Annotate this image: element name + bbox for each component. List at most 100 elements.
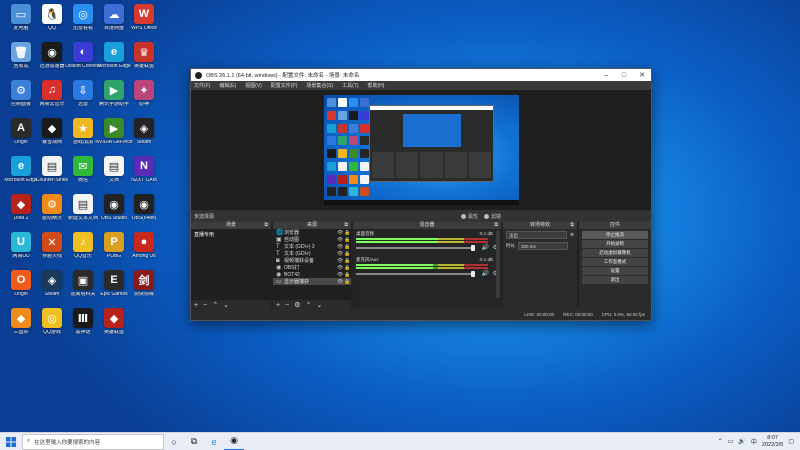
preview-canvas[interactable] bbox=[324, 95, 519, 205]
desktop-icon[interactable]: ● Among Us bbox=[125, 232, 163, 270]
taskbar-edge-icon[interactable]: e bbox=[204, 433, 224, 450]
add-scene-button[interactable]: + bbox=[194, 302, 198, 309]
desktop-icon[interactable]: ◆ 英雄联盟 bbox=[95, 308, 133, 346]
dock-settings-icon[interactable]: ⧉ bbox=[344, 222, 348, 229]
visibility-eye-icon[interactable]: 👁 bbox=[337, 230, 344, 236]
control-button[interactable]: 开始录制 bbox=[582, 240, 648, 248]
desktop-app-icon: ◆ bbox=[104, 308, 124, 328]
desktop-icon[interactable]: ◈ Steam bbox=[125, 118, 163, 156]
speaker-icon[interactable]: 🔊 bbox=[482, 244, 489, 251]
menu-scene-collection[interactable]: 场景集合(S) bbox=[306, 82, 333, 89]
visibility-eye-icon[interactable]: 👁 bbox=[337, 265, 344, 271]
menu-help[interactable]: 帮助(H) bbox=[367, 82, 384, 89]
scene-item[interactable]: 直播专用 bbox=[191, 229, 271, 240]
control-button[interactable]: 退出 bbox=[582, 276, 648, 284]
properties-button[interactable]: 属性 bbox=[461, 213, 478, 220]
control-button[interactable]: 工作室模式 bbox=[582, 258, 648, 266]
source-item[interactable]: ◉ OBS打 👁 🔒 bbox=[273, 264, 351, 272]
visibility-eye-icon[interactable]: 👁 bbox=[337, 237, 344, 243]
preview-nested-window bbox=[369, 105, 494, 182]
control-button[interactable]: 停止推流 bbox=[582, 231, 648, 239]
lock-icon[interactable]: 🔒 bbox=[344, 251, 351, 257]
move-down-button[interactable]: ⌄ bbox=[223, 301, 229, 309]
filters-button[interactable]: 滤镜 bbox=[484, 213, 501, 220]
preview-area[interactable] bbox=[191, 90, 651, 210]
transition-settings-gear-icon[interactable]: ⚙ bbox=[570, 232, 574, 238]
menu-file[interactable]: 文件(F) bbox=[194, 82, 210, 89]
obs-titlebar[interactable]: OBS 26.1.1 (64-bit, windows) - 配置文件: 未命名… bbox=[191, 69, 651, 81]
control-button[interactable]: 设置 bbox=[582, 267, 648, 275]
transition-select[interactable]: 淡出 bbox=[506, 231, 567, 239]
lock-icon[interactable]: 🔒 bbox=[344, 279, 351, 285]
preview-mini-icon bbox=[327, 161, 336, 171]
duration-input[interactable]: 300 ms bbox=[518, 242, 568, 250]
tray-expand-icon[interactable]: ⌃ bbox=[718, 438, 723, 445]
source-item[interactable]: ▣ 自动图 👁 🔒 bbox=[273, 236, 351, 244]
remove-scene-button[interactable]: − bbox=[203, 302, 207, 309]
source-properties-gear-icon[interactable]: ⚙ bbox=[294, 301, 300, 309]
task-view-icon[interactable]: ⧉ bbox=[184, 433, 204, 450]
notification-icon[interactable]: ▢ bbox=[788, 438, 794, 445]
desktop-icon[interactable]: 剑剑侠情缘 bbox=[125, 270, 163, 308]
lock-icon[interactable]: 🔒 bbox=[344, 230, 351, 236]
remove-source-button[interactable]: − bbox=[285, 302, 289, 309]
desktop-icon[interactable]: ◉ OBS(64bit) bbox=[125, 194, 163, 232]
visibility-eye-icon[interactable]: 👁 bbox=[337, 244, 344, 250]
speaker-icon[interactable]: 🔊 bbox=[482, 270, 489, 277]
mixer-scrollbar[interactable] bbox=[496, 231, 500, 298]
visibility-eye-icon[interactable]: 👁 bbox=[337, 279, 344, 285]
desktop-icon[interactable]: N NZXT CAM bbox=[125, 156, 163, 194]
lock-icon[interactable]: 🔒 bbox=[344, 265, 351, 271]
control-button[interactable]: 启动虚拟摄像机 bbox=[582, 249, 648, 257]
lock-icon[interactable]: 🔒 bbox=[344, 244, 351, 250]
volume-slider[interactable] bbox=[356, 271, 475, 277]
move-up-button[interactable]: ⌃ bbox=[212, 301, 218, 309]
mixer-channel: 桌面音频-0.1 dB🔊⚙ bbox=[353, 229, 501, 255]
maximize-button[interactable]: □ bbox=[615, 72, 633, 79]
source-item[interactable]: 🌐 浏览器 👁 🔒 bbox=[273, 229, 351, 237]
desktop-app-icon: ⚙ bbox=[11, 80, 31, 100]
menu-profile[interactable]: 配置文件(P) bbox=[271, 82, 298, 89]
menu-edit[interactable]: 编辑(E) bbox=[219, 82, 236, 89]
dock-settings-icon[interactable]: ⧉ bbox=[494, 222, 498, 229]
desktop-icon[interactable]: W WPS Office bbox=[125, 4, 163, 42]
clock[interactable]: 8:07 2022/3/5 bbox=[762, 435, 783, 449]
dock-settings-icon[interactable]: ⧉ bbox=[570, 222, 574, 229]
preview-mini-icon bbox=[349, 161, 358, 171]
taskbar-search-box[interactable]: ⌕ 在这里输入你要搜索的内容 bbox=[22, 433, 164, 450]
volume-slider[interactable] bbox=[356, 245, 475, 251]
desktop-icon[interactable]: ✦ 原神 bbox=[125, 80, 163, 118]
desktop-app-icon: 剑 bbox=[134, 270, 154, 290]
source-item[interactable]: ◙ 视频捕获设备 👁 🔒 bbox=[273, 257, 351, 265]
lock-icon[interactable]: 🔒 bbox=[344, 258, 351, 264]
visibility-eye-icon[interactable]: 👁 bbox=[337, 251, 344, 257]
move-up-button[interactable]: ⌃ bbox=[305, 301, 311, 309]
add-source-button[interactable]: + bbox=[276, 302, 280, 309]
cortana-icon[interactable]: ○ bbox=[164, 433, 184, 450]
source-item[interactable]: ◉ BOT42 👁 🔒 bbox=[273, 271, 351, 279]
input-method-indicator[interactable]: 中 bbox=[751, 437, 757, 446]
start-button[interactable] bbox=[0, 433, 22, 450]
source-item[interactable]: T 文本 (GDI+) 👁 🔒 bbox=[273, 250, 351, 258]
volume-icon[interactable]: 🔊 bbox=[738, 438, 745, 445]
lock-icon[interactable]: 🔒 bbox=[344, 237, 351, 243]
close-button[interactable]: ✕ bbox=[633, 71, 651, 79]
source-item[interactable]: T 文本 (GDI+) 2 👁 🔒 bbox=[273, 243, 351, 251]
menu-tools[interactable]: 工具(T) bbox=[342, 82, 358, 89]
desktop-app-icon: ◈ bbox=[134, 118, 154, 138]
menu-view[interactable]: 视图(V) bbox=[245, 82, 262, 89]
desktop-app-icon: ✉ bbox=[73, 156, 93, 176]
obs-window[interactable]: OBS 26.1.1 (64-bit, windows) - 配置文件: 未命名… bbox=[190, 68, 652, 321]
source-item[interactable]: ▭ 显示器捕获 👁 🔒 bbox=[273, 278, 351, 285]
lock-icon[interactable]: 🔒 bbox=[344, 272, 351, 278]
move-down-button[interactable]: ⌄ bbox=[316, 301, 322, 309]
preview-mini-icon bbox=[360, 98, 369, 107]
mixer-channel: 麦克风/Aux-0.1 dB🔊⚙ bbox=[353, 255, 501, 281]
visibility-eye-icon[interactable]: 👁 bbox=[337, 272, 344, 278]
dock-settings-icon[interactable]: ⧉ bbox=[264, 222, 268, 229]
desktop-icon[interactable]: ♛ 英雄联盟 bbox=[125, 42, 163, 80]
minimize-button[interactable]: – bbox=[597, 72, 615, 79]
visibility-eye-icon[interactable]: 👁 bbox=[337, 258, 344, 264]
network-icon[interactable]: ▭ bbox=[728, 438, 734, 445]
taskbar-obs-icon[interactable]: ◉ bbox=[224, 433, 244, 450]
